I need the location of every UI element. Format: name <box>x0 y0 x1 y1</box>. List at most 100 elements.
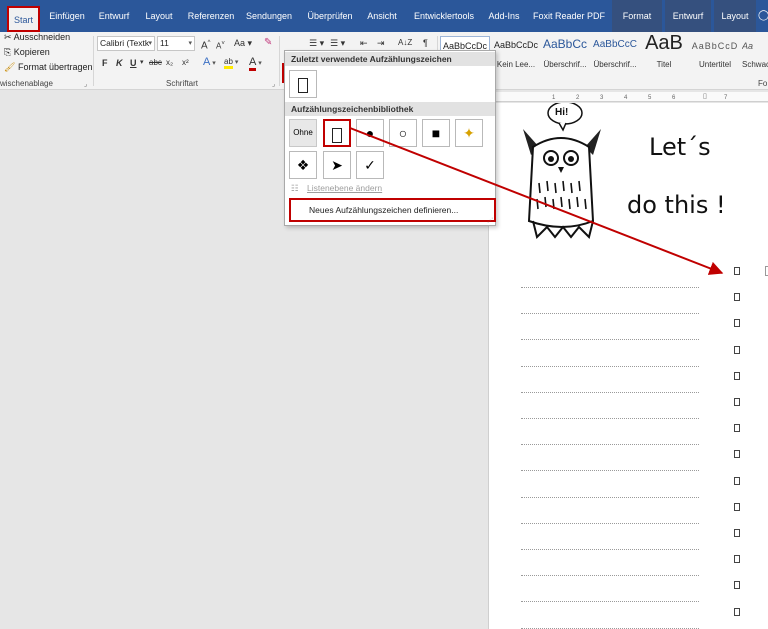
dotted-line <box>521 418 699 419</box>
bullet-rectangle[interactable] <box>323 119 351 147</box>
group-divider <box>93 36 94 86</box>
checkbox-bullet-icon[interactable] <box>734 450 740 459</box>
chevron-down-icon: ▾ <box>188 40 192 47</box>
font-group-label: Schriftart <box>166 79 199 88</box>
font-size-combobox[interactable]: 11 ▾ <box>157 36 195 51</box>
speech-bubble-text: Hi! <box>555 107 569 118</box>
tab-layout[interactable]: Layout <box>140 0 178 32</box>
clipboard-launcher-icon[interactable]: ⌟ <box>84 80 87 88</box>
show-formatting-button[interactable]: ¶ <box>423 36 428 50</box>
checkbox-bullet-icon[interactable] <box>734 398 740 406</box>
checkbox-bullet-icon[interactable] <box>734 607 740 616</box>
clear-format-button[interactable]: ✎ <box>264 36 272 50</box>
tab-referenzen[interactable]: Referenzen <box>185 0 237 32</box>
bullet-diamond-cluster[interactable]: ❖ <box>289 151 317 179</box>
checkbox-bullet-icon[interactable] <box>734 371 740 380</box>
font-launcher-icon[interactable]: ⌟ <box>272 80 275 88</box>
ruler-mark: 5 <box>648 95 652 101</box>
tab-entwurf-context[interactable]: Entwurf <box>665 0 711 32</box>
underline-dropdown-icon[interactable]: ▾ <box>140 56 144 70</box>
multilevel-list-button[interactable]: ☰ ▾ <box>330 36 345 50</box>
menu-resize-grip-icon[interactable]: ⋰ <box>487 217 493 224</box>
change-list-level-item[interactable]: ☷ Listenebene ändern <box>291 183 382 194</box>
tab-format[interactable]: Format <box>612 0 662 32</box>
style-kein-leerraum[interactable]: AaBbCcDc Kein Lee... <box>492 36 540 76</box>
dotted-line <box>521 287 699 288</box>
text-effects-button[interactable]: A ▾ <box>203 55 216 71</box>
tab-addins[interactable]: Add-Ins <box>484 0 524 32</box>
copy-button[interactable]: ⎘ Kopieren <box>4 47 50 58</box>
numbering-button[interactable]: ☰ ▾ <box>309 36 324 50</box>
superscript-button[interactable]: x² <box>182 56 189 70</box>
style-preview: AaBbCcD <box>691 41 739 51</box>
style-ueberschrift-2[interactable]: AaBbCcC Überschrif... <box>591 36 639 76</box>
lightbulb-icon[interactable]: ◯ <box>758 0 768 32</box>
checkbox-bullet-icon[interactable] <box>734 319 740 328</box>
checkbox-bullet-icon[interactable] <box>734 555 740 564</box>
tab-ueberpruefen[interactable]: Überprüfen <box>303 0 357 32</box>
checkbox-bullet-icon[interactable] <box>734 345 740 354</box>
tab-einfuegen[interactable]: Einfügen <box>44 0 90 32</box>
checkbox-bullet-icon[interactable] <box>734 267 740 275</box>
bullet-checkmark[interactable]: ✓ <box>356 151 384 179</box>
cut-button[interactable]: ✂ Ausschneiden <box>4 32 70 43</box>
bullet-four-star[interactable]: ✦ <box>455 119 483 147</box>
sort-button[interactable]: A↓Z <box>398 36 412 50</box>
checkbox-bullet-icon[interactable] <box>734 424 740 433</box>
dotted-line <box>521 522 699 524</box>
font-color-button[interactable]: A ▾ <box>249 55 262 71</box>
ruler-mark: 2 <box>576 95 580 101</box>
bold-button[interactable]: F <box>102 56 108 70</box>
horizontal-ruler[interactable]: 1 2 3 4 5 6 7 ▯ <box>488 92 768 102</box>
tab-sendungen[interactable]: Sendungen <box>244 0 294 32</box>
indent-marker-icon[interactable]: ▯ <box>703 92 707 100</box>
italic-button[interactable]: K <box>116 56 123 70</box>
tab-ansicht[interactable]: Ansicht <box>363 0 401 32</box>
change-case-button[interactable]: Aa ▾ <box>234 36 252 50</box>
tab-foxit-reader-pdf[interactable]: Foxit Reader PDF <box>532 0 606 32</box>
heading-lets: Let´s <box>649 133 711 161</box>
tab-layout-context[interactable]: Layout <box>714 0 756 32</box>
dotted-line <box>521 313 699 315</box>
document-page[interactable]: Hi! Let´s do this ! <box>488 103 768 629</box>
style-name: Titel <box>656 60 672 69</box>
checkbox-bullet-icon[interactable] <box>734 581 740 590</box>
grow-font-icon: A <box>201 40 208 52</box>
ruler-mark: 6 <box>672 95 676 101</box>
style-preview: AaB <box>645 32 683 54</box>
checkbox-bullet-icon[interactable] <box>734 293 740 302</box>
bullet-hollow-circle[interactable]: ○ <box>389 119 417 147</box>
decrease-indent-button[interactable]: ⇤ <box>360 36 368 50</box>
bullet-none[interactable]: Ohne <box>289 119 317 147</box>
format-painter-button[interactable]: 🖌 Format übertragen <box>4 62 93 73</box>
define-new-bullet-label: Neues Aufzählungszeichen definieren... <box>309 205 459 215</box>
bullet-arrowhead[interactable]: ➤ <box>323 151 351 179</box>
copy-label: Kopieren <box>13 47 50 57</box>
tab-entwurf[interactable]: Entwurf <box>94 0 134 32</box>
dotted-line <box>521 601 699 603</box>
checkbox-bullet-icon[interactable] <box>734 476 740 485</box>
recent-bullet-rectangle[interactable] <box>289 70 317 98</box>
bullet-filled-square[interactable]: ■ <box>422 119 450 147</box>
subscript-button[interactable]: x₂ <box>166 56 173 70</box>
style-schwache-hervorhebung[interactable]: Aa Schwac <box>742 36 768 76</box>
style-untertitel[interactable]: AaBbCcD Untertitel <box>690 36 740 76</box>
list-level-icon: ☷ <box>291 183 299 193</box>
tab-start[interactable]: Start <box>7 6 40 32</box>
style-titel[interactable]: AaB Titel <box>640 32 688 76</box>
checkbox-bullet-icon[interactable] <box>734 502 740 511</box>
dotted-line <box>521 444 699 446</box>
grow-font-button[interactable]: A^ <box>201 36 211 53</box>
underline-button[interactable]: U <box>130 56 137 70</box>
increase-indent-button[interactable]: ⇥ <box>377 36 385 50</box>
font-name-combobox[interactable]: Calibri (Textk ▾ <box>97 36 155 51</box>
tab-entwicklertools[interactable]: Entwicklertools <box>410 0 478 32</box>
style-ueberschrift-1[interactable]: AaBbCc Überschrif... <box>541 36 589 76</box>
strikethrough-button[interactable]: abc <box>149 56 162 70</box>
highlight-button[interactable]: ab ▾ <box>224 55 238 70</box>
bullet-filled-circle[interactable]: ● <box>356 119 384 147</box>
highlighter-icon: ab <box>224 57 233 69</box>
shrink-font-button[interactable]: A˅ <box>216 37 225 54</box>
checkbox-bullet-icon[interactable] <box>734 529 740 537</box>
define-new-bullet-item[interactable]: Neues Aufzählungszeichen definieren... <box>289 198 496 222</box>
